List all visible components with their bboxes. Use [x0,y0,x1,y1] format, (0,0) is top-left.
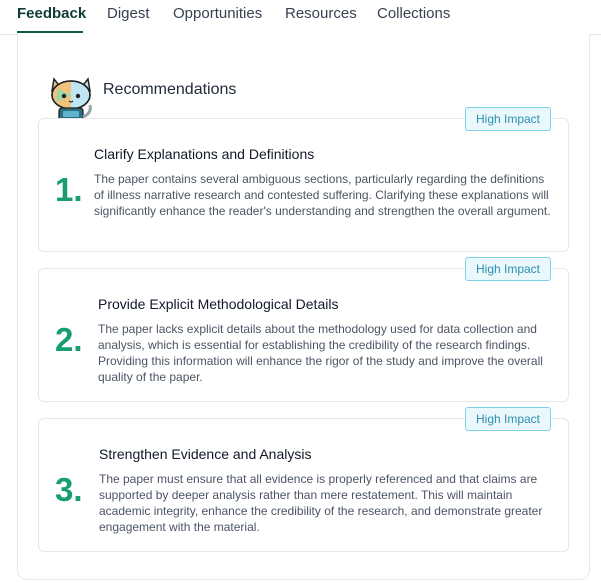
recommendation-title: Strengthen Evidence and Analysis [99,446,312,462]
recommendation-number: 3. [55,471,83,508]
recommendation-title: Clarify Explanations and Definitions [94,146,315,162]
section-title: Recommendations [103,81,237,98]
impact-badge: High Impact [465,107,551,131]
recommendation-number: 1. [55,171,83,208]
recommendation-title: Provide Explicit Methodological Details [98,296,339,312]
tab-resources[interactable]: Resources [285,5,357,23]
tab-bar: Feedback Digest Opportunities Resources … [0,0,601,35]
tab-digest[interactable]: Digest [107,5,150,23]
impact-badge: High Impact [465,407,551,431]
recommendation-body: The paper lacks explicit details about t… [98,322,543,384]
tab-feedback[interactable]: Feedback [17,5,86,23]
recommendation-number: 2. [55,321,83,358]
recommendation-body: The paper contains several ambiguous sec… [94,172,551,218]
recommendation-body: The paper must ensure that all evidence … [99,472,543,534]
impact-badge: High Impact [465,257,551,281]
tab-collections[interactable]: Collections [377,5,450,23]
active-tab-indicator [17,31,83,33]
tab-opportunities[interactable]: Opportunities [173,5,262,23]
